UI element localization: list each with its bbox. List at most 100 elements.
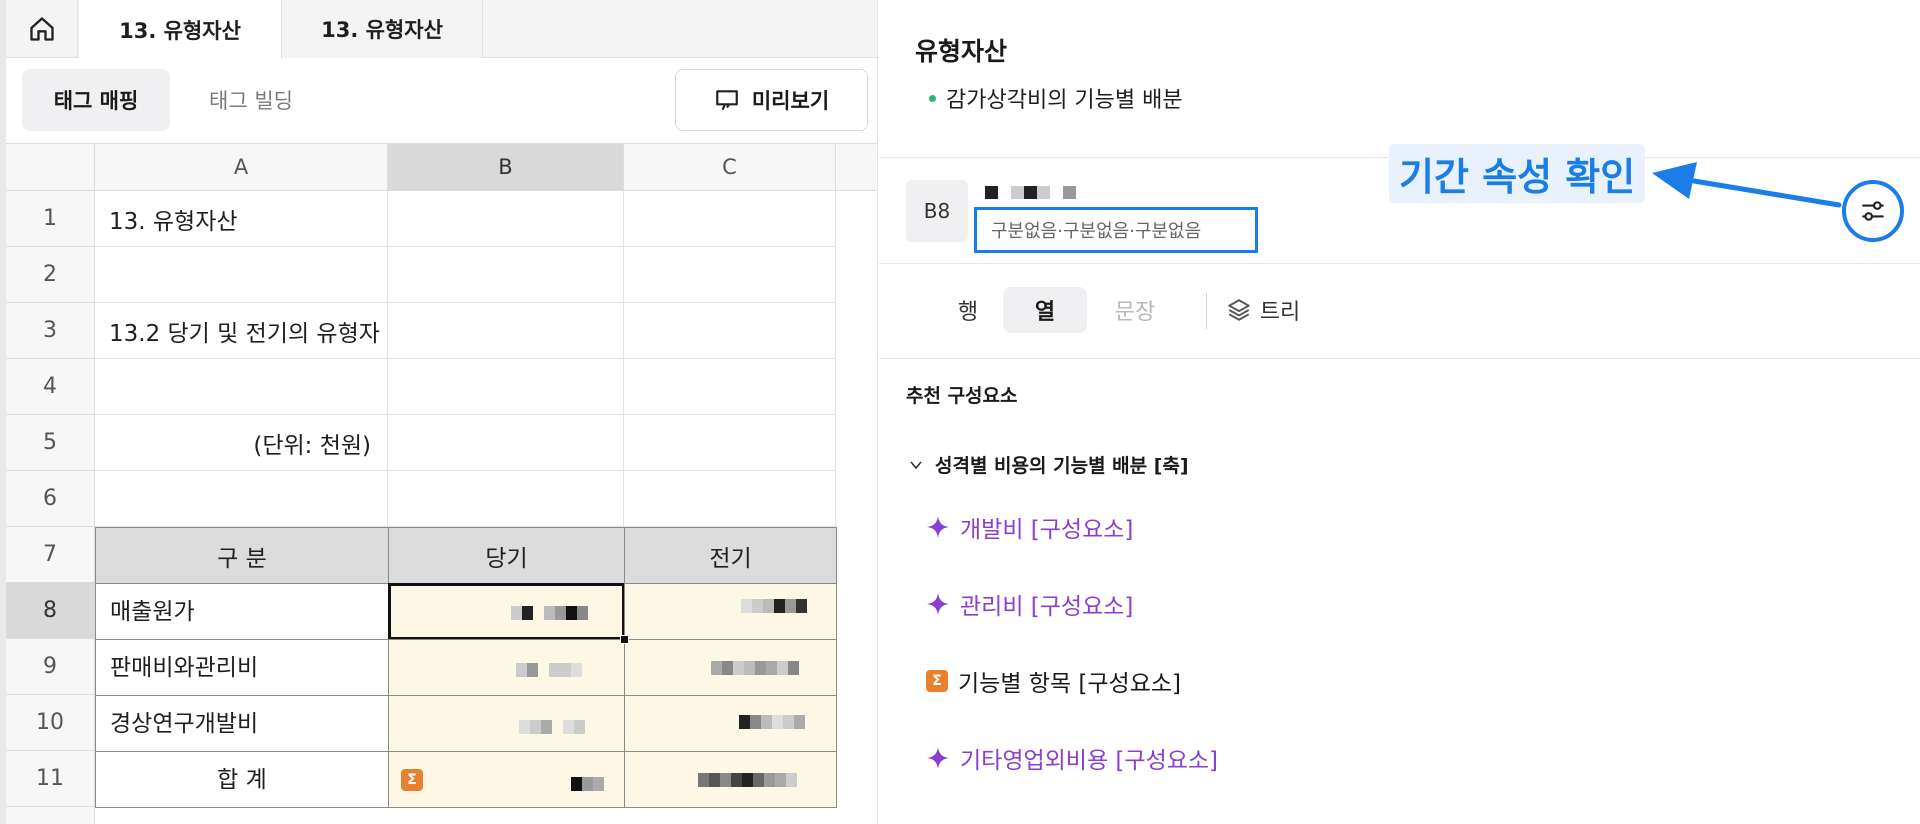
sheet-tab-bar: 13. 유형자산 13. 유형자산 — [6, 0, 877, 59]
cell-reference-badge: B8 — [906, 180, 968, 242]
tab-tree[interactable]: 트리 — [1215, 287, 1311, 333]
grid-corner[interactable] — [6, 143, 95, 191]
cell-b2[interactable] — [388, 247, 624, 303]
component-item[interactable]: 기타영업외비용 [구성요소] — [926, 741, 1218, 775]
row-header-2[interactable]: 2 — [6, 247, 95, 303]
panel-title: 유형자산 — [915, 37, 1008, 66]
row-header-11[interactable]: 11 — [6, 751, 95, 807]
row-header-7[interactable]: 7 — [6, 527, 95, 583]
sparkle-icon — [927, 516, 949, 538]
component-item[interactable]: Σ 기능별 항목 [구성요소] — [926, 664, 1181, 698]
column-header-c[interactable]: C — [624, 143, 836, 191]
redacted-value — [516, 663, 582, 677]
cell-c3[interactable] — [624, 303, 836, 359]
spreadsheet-pane: 13. 유형자산 13. 유형자산 태그 매핑 태그 빌딩 미리보기 A B C… — [0, 0, 878, 824]
cell-a9[interactable]: 판매비와관리비 — [95, 639, 389, 696]
spreadsheet-grid[interactable]: A B C 1 2 3 4 5 6 7 8 9 10 11 13. 유형자산 1… — [6, 143, 877, 824]
home-button[interactable] — [6, 0, 78, 58]
redacted-value — [741, 599, 807, 613]
attribute-settings-button[interactable] — [1842, 180, 1904, 242]
cell-a11[interactable]: 합 계 — [95, 751, 389, 808]
component-label: 관리비 [구성요소] — [960, 594, 1134, 620]
layers-icon — [1228, 299, 1250, 321]
cell-c2[interactable] — [624, 247, 836, 303]
tag-mapping-button[interactable]: 태그 매핑 — [22, 69, 170, 131]
axis-group-header[interactable]: 성격별 비용의 기능별 배분 [축] — [909, 451, 1189, 478]
cell-a2[interactable] — [95, 247, 388, 303]
fill-handle[interactable] — [620, 635, 629, 644]
component-label: 개발비 [구성요소] — [960, 517, 1134, 543]
row-header-8[interactable]: 8 — [6, 583, 95, 639]
row-header-3[interactable]: 3 — [6, 303, 95, 359]
component-label: 기능별 항목 [구성요소] — [958, 671, 1182, 697]
cell-a6[interactable] — [95, 471, 388, 527]
row-header-10[interactable]: 10 — [6, 695, 95, 751]
annotation-callout: 기간 속성 확인 — [1389, 144, 1646, 203]
column-header-b[interactable]: B — [388, 143, 624, 191]
cell-a1[interactable]: 13. 유형자산 — [95, 191, 388, 247]
row-header-5[interactable]: 5 — [6, 415, 95, 471]
preview-label: 미리보기 — [751, 89, 830, 113]
row-header-4[interactable]: 4 — [6, 359, 95, 415]
cell-c7[interactable]: 전기 — [624, 527, 837, 584]
sparkle-icon — [927, 747, 949, 769]
component-item[interactable]: 관리비 [구성요소] — [926, 587, 1133, 621]
cell-a5[interactable]: (단위: 천원) — [95, 415, 388, 471]
cell-a7[interactable]: 구 분 — [95, 527, 389, 584]
cell-b4[interactable] — [388, 359, 624, 415]
tag-building-button[interactable]: 태그 빌딩 — [176, 69, 326, 131]
redacted-value — [698, 773, 797, 787]
sliders-icon — [1862, 201, 1884, 221]
cell-a8[interactable]: 매출원가 — [95, 583, 389, 640]
row-header-1[interactable]: 1 — [6, 191, 95, 247]
redacted-value — [571, 777, 604, 791]
component-label: 기타영업외비용 [구성요소] — [960, 748, 1219, 774]
tab-tree-label: 트리 — [1259, 300, 1301, 325]
redacted-cell-value — [985, 186, 1076, 199]
row-header-9[interactable]: 9 — [6, 639, 95, 695]
tab-column[interactable]: 열 — [1003, 287, 1087, 333]
chevron-down-icon — [910, 460, 922, 469]
cell-a10[interactable]: 경상연구개발비 — [95, 695, 389, 752]
sum-icon: Σ — [401, 768, 423, 791]
segment-divider — [1206, 293, 1207, 329]
sheet-tab-second[interactable]: 13. 유형자산 — [282, 0, 483, 58]
cell-b8[interactable] — [388, 583, 625, 640]
cell-c6[interactable] — [624, 471, 836, 527]
cell-b1[interactable] — [388, 191, 624, 247]
cell-b9[interactable] — [388, 639, 625, 696]
cell-c5[interactable] — [624, 415, 836, 471]
tab-sentence[interactable]: 문장 — [1093, 287, 1177, 333]
annotation-arrow-icon — [1652, 162, 1842, 208]
cell-a4[interactable] — [95, 359, 388, 415]
cell-b10[interactable] — [388, 695, 625, 752]
sheet-tab-active[interactable]: 13. 유형자산 — [79, 0, 282, 59]
cell-b7[interactable]: 당기 — [388, 527, 625, 584]
row-header-6[interactable]: 6 — [6, 471, 95, 527]
tag-panel: 유형자산 감가상각비의 기능별 배분 B8 구분없음·구분없음·구분없음 기간 … — [879, 0, 1920, 824]
axis-label: 성격별 비용의 기능별 배분 [축] — [935, 455, 1189, 477]
cell-b5[interactable] — [388, 415, 624, 471]
period-attribute-box: 구분없음·구분없음·구분없음 — [974, 207, 1258, 253]
preview-button[interactable]: 미리보기 — [675, 69, 868, 131]
cell-a3[interactable]: 13.2 당기 및 전기의 유형자 — [95, 303, 388, 359]
column-header-a[interactable]: A — [95, 143, 388, 191]
column-header-d[interactable] — [836, 143, 877, 191]
component-item[interactable]: 개발비 [구성요소] — [926, 510, 1133, 544]
green-dot-icon — [929, 94, 936, 102]
cell-b6[interactable] — [388, 471, 624, 527]
row-header-12[interactable] — [6, 807, 95, 824]
divider — [879, 358, 1920, 359]
tab-row[interactable]: 행 — [934, 287, 1002, 333]
cell-c4[interactable] — [624, 359, 836, 415]
redacted-value — [739, 715, 805, 729]
redacted-value — [711, 661, 799, 675]
redacted-value — [519, 720, 585, 734]
cell-c10[interactable] — [624, 695, 837, 752]
sparkle-icon — [927, 593, 949, 615]
cell-c1[interactable] — [624, 191, 836, 247]
cell-b3[interactable] — [388, 303, 624, 359]
panel-subtitle: 감가상각비의 기능별 배분 — [929, 82, 1183, 114]
mapping-toolbar: 태그 매핑 태그 빌딩 미리보기 — [6, 59, 877, 143]
presentation-icon — [716, 90, 738, 111]
